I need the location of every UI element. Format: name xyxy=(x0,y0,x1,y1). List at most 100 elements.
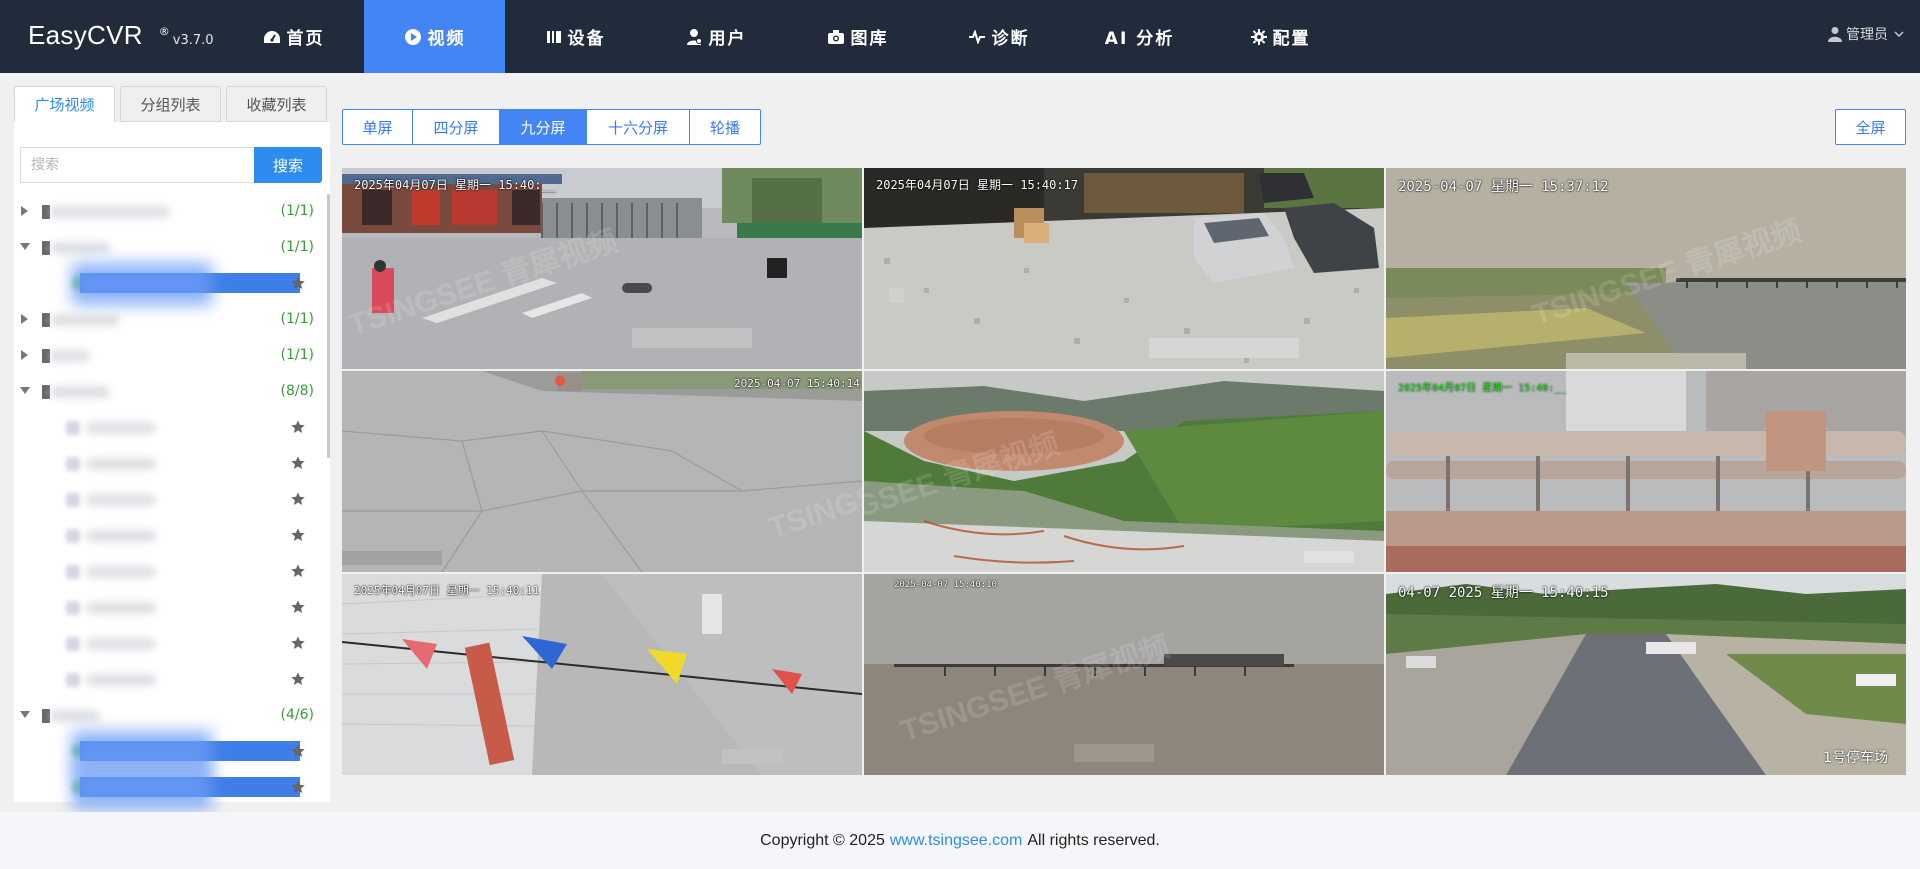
tree-group[interactable]: (1/1) xyxy=(14,230,330,266)
online-count: (1/1) xyxy=(280,347,314,363)
nav-video[interactable]: 视频 xyxy=(364,0,505,73)
fullscreen-button[interactable]: 全屏 xyxy=(1835,109,1906,145)
caret-right-icon[interactable] xyxy=(20,314,30,324)
chevron-down-icon xyxy=(1894,31,1904,37)
tree-channel[interactable] xyxy=(14,767,330,809)
video-timestamp: 2025-04-07 15:40:10 xyxy=(894,580,997,590)
nav-diagnosis-label: 诊断 xyxy=(991,29,1030,49)
camera-icon xyxy=(66,529,80,543)
layout-sixteen[interactable]: 十六分屏 xyxy=(587,109,690,145)
brand-version: v3.7.0 xyxy=(172,33,214,48)
star-icon[interactable] xyxy=(290,635,306,655)
star-icon[interactable] xyxy=(290,563,306,583)
gear-icon xyxy=(1250,28,1267,45)
tab-group-list[interactable]: 分组列表 xyxy=(120,86,221,122)
tree-channel[interactable] xyxy=(14,446,330,482)
tree-group[interactable]: (1/1) xyxy=(14,302,330,338)
search-button[interactable]: 搜索 xyxy=(254,147,322,183)
footer: Copyright © 2025 www.tsingsee.com All ri… xyxy=(0,812,1920,869)
caret-right-icon[interactable] xyxy=(20,350,30,360)
video-tile-7[interactable]: 2025年04月07日 星期一 15:40:11 xyxy=(342,574,862,775)
channel-name-redacted xyxy=(86,566,156,578)
nav-user[interactable]: 用户 xyxy=(646,0,787,73)
tree-group[interactable]: (4/6) xyxy=(14,698,330,734)
video-tile-1[interactable]: 2025年04月07日 星期一 15:40:__ TSINGSEE 青犀视频 xyxy=(342,168,862,369)
video-tile-5[interactable]: TSINGSEE 青犀视频 xyxy=(864,371,1384,572)
camera-icon xyxy=(66,673,80,687)
camera-gallery-icon xyxy=(827,29,845,45)
folder-icon xyxy=(42,205,50,219)
layout-single[interactable]: 单屏 xyxy=(342,109,413,145)
online-count: (4/6) xyxy=(280,707,314,723)
star-icon[interactable] xyxy=(290,419,306,439)
tree-group[interactable]: (1/1) xyxy=(14,194,330,230)
channel-name-redacted xyxy=(86,638,156,650)
search-input[interactable] xyxy=(20,147,254,183)
tree-group[interactable]: (1/1) xyxy=(14,338,330,374)
tree-channel[interactable] xyxy=(14,263,330,305)
camera-icon xyxy=(66,457,80,471)
video-tile-4[interactable]: 2025-04-07 15:40:14 TSINGSEE 青犀视频 xyxy=(342,371,862,572)
star-icon[interactable] xyxy=(290,527,306,547)
caret-down-icon[interactable] xyxy=(20,386,30,396)
user-icon xyxy=(1828,26,1842,42)
tab-square-video[interactable]: 广场视频 xyxy=(14,86,115,122)
rights-text: All rights reserved. xyxy=(1027,831,1160,849)
caret-right-icon[interactable] xyxy=(20,206,30,216)
brand-name: EasyCVR xyxy=(28,20,143,50)
tree-channel[interactable] xyxy=(14,482,330,518)
play-circle-icon xyxy=(404,28,422,46)
tree-channel[interactable] xyxy=(14,518,330,554)
star-icon[interactable] xyxy=(290,743,306,763)
star-icon[interactable] xyxy=(290,491,306,511)
nav-user-label: 用户 xyxy=(708,29,747,49)
tab-favorites[interactable]: 收藏列表 xyxy=(226,86,327,122)
tree-channel[interactable] xyxy=(14,626,330,662)
nav-config[interactable]: 配置 xyxy=(1210,0,1351,73)
user-menu[interactable]: 管理员 xyxy=(1828,24,1904,44)
tree-channel[interactable] xyxy=(14,410,330,446)
nav-ai-analysis-label: AI 分析 xyxy=(1104,29,1175,49)
caret-down-icon[interactable] xyxy=(20,242,30,252)
video-caption: 1号停车场 xyxy=(1823,750,1888,766)
nav-gallery[interactable]: 图库 xyxy=(787,0,928,73)
tree-scrollbar[interactable] xyxy=(327,194,330,458)
star-icon[interactable] xyxy=(290,275,306,295)
layout-nine[interactable]: 九分屏 xyxy=(500,109,587,145)
tree-channel[interactable] xyxy=(14,731,330,773)
nav-diagnosis[interactable]: 诊断 xyxy=(928,0,1069,73)
star-icon[interactable] xyxy=(290,779,306,799)
nav-home-label: 首页 xyxy=(286,29,325,49)
tree-channel[interactable] xyxy=(14,662,330,698)
footer-link[interactable]: www.tsingsee.com xyxy=(890,832,1023,850)
video-tile-6[interactable]: 2025年04月07日 星期一 15:40:__ xyxy=(1386,371,1906,572)
tree-group[interactable]: (8/8) xyxy=(14,374,330,410)
folder-icon xyxy=(42,349,50,363)
group-name-redacted xyxy=(50,242,110,254)
nav-device[interactable]: 设备 xyxy=(505,0,646,73)
nav-ai-analysis[interactable]: AI 分析 xyxy=(1069,0,1210,73)
layout-quad[interactable]: 四分屏 xyxy=(413,109,500,145)
channel-name-redacted xyxy=(86,674,156,686)
layout-carousel[interactable]: 轮播 xyxy=(690,109,761,145)
channel-name-redacted xyxy=(86,458,156,470)
video-frame xyxy=(342,574,862,775)
group-name-redacted xyxy=(50,350,90,362)
caret-down-icon[interactable] xyxy=(20,710,30,720)
nav-gallery-label: 图库 xyxy=(850,29,889,49)
device-icon xyxy=(546,30,562,44)
tree-channel[interactable] xyxy=(14,590,330,626)
tree-channel[interactable] xyxy=(14,554,330,590)
video-tile-3[interactable]: 2025-04-07 星期一 15:37:12 TSINGSEE 青犀视频 xyxy=(1386,168,1906,369)
video-tile-8[interactable]: 2025-04-07 15:40:10 TSINGSEE 青犀视频 xyxy=(864,574,1384,775)
video-tile-9[interactable]: 04-07 2025 星期一 15:40:15 1号停车场 xyxy=(1386,574,1906,775)
star-icon[interactable] xyxy=(290,599,306,619)
star-icon[interactable] xyxy=(290,455,306,475)
group-name-redacted xyxy=(50,710,100,722)
star-icon[interactable] xyxy=(290,671,306,691)
folder-icon xyxy=(42,385,50,399)
nav-home[interactable]: 首页 xyxy=(223,0,364,73)
video-frame xyxy=(1386,574,1906,775)
group-name-redacted xyxy=(50,386,110,398)
video-tile-2[interactable]: 2025年04月07日 星期一 15:40:17 xyxy=(864,168,1384,369)
